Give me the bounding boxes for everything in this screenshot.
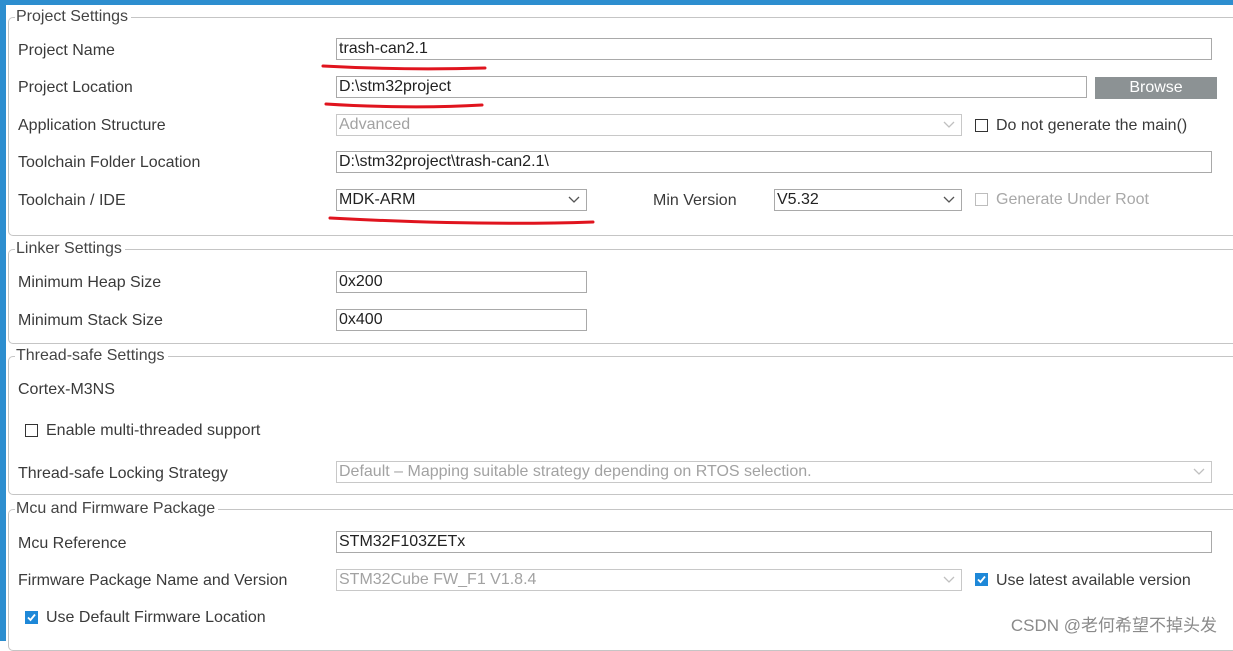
heap-size-label: Minimum Heap Size	[18, 274, 162, 291]
stack-size-label: Minimum Stack Size	[18, 312, 163, 329]
enable-multithreaded-label: Enable multi-threaded support	[46, 422, 261, 439]
chevron-down-icon	[943, 196, 955, 203]
locking-strategy-value: Default – Mapping suitable strategy depe…	[339, 463, 812, 480]
core-label: Cortex-M3NS	[18, 381, 115, 398]
generate-under-root-checkbox[interactable]	[975, 193, 988, 206]
heap-size-input[interactable]: 0x200	[336, 271, 587, 293]
annotation-underline-toolchain	[328, 216, 595, 225]
browse-button[interactable]: Browse	[1095, 77, 1217, 99]
min-version-select[interactable]: V5.32	[774, 189, 962, 211]
locking-strategy-select: Default – Mapping suitable strategy depe…	[336, 461, 1212, 483]
mcu-reference-label: Mcu Reference	[18, 535, 127, 552]
min-version-label: Min Version	[653, 192, 737, 209]
generate-under-root-label: Generate Under Root	[996, 191, 1149, 208]
project-name-label: Project Name	[18, 42, 115, 59]
use-default-firmware-label: Use Default Firmware Location	[46, 609, 266, 626]
do-not-generate-main-checkbox[interactable]	[975, 119, 988, 132]
watermark-text: CSDN @老何希望不掉头发	[1010, 616, 1217, 635]
firmware-package-label: Firmware Package Name and Version	[18, 572, 288, 589]
project-settings-legend: Project Settings	[15, 8, 132, 26]
firmware-package-value: STM32Cube FW_F1 V1.8.4	[339, 571, 537, 588]
project-location-label: Project Location	[18, 79, 133, 96]
annotation-underline-project-name	[321, 64, 487, 71]
toolchain-ide-select[interactable]: MDK-ARM	[336, 189, 587, 211]
mcu-reference-input[interactable]: STM32F103ZETx	[336, 531, 1212, 553]
enable-multithreaded-checkbox[interactable]	[25, 424, 38, 437]
firmware-package-select: STM32Cube FW_F1 V1.8.4	[336, 569, 962, 591]
use-default-firmware-checkbox[interactable]	[25, 611, 38, 624]
linker-settings-legend: Linker Settings	[15, 240, 125, 258]
mcu-firmware-legend: Mcu and Firmware Package	[15, 500, 219, 518]
app-structure-value: Advanced	[339, 116, 411, 133]
stack-size-input[interactable]: 0x400	[336, 309, 587, 331]
checkmark-icon	[27, 613, 36, 622]
toolchain-ide-value: MDK-ARM	[339, 191, 416, 208]
chevron-down-icon	[943, 121, 955, 128]
locking-strategy-label: Thread-safe Locking Strategy	[18, 465, 228, 482]
app-structure-label: Application Structure	[18, 117, 166, 134]
project-name-input[interactable]: trash-can2.1	[336, 38, 1212, 60]
top-accent-bar	[0, 0, 1233, 5]
chevron-down-icon	[1193, 468, 1205, 475]
use-latest-version-label: Use latest available version	[996, 572, 1191, 589]
app-structure-select: Advanced	[336, 114, 962, 136]
chevron-down-icon	[943, 576, 955, 583]
linker-settings-group: Linker Settings	[8, 240, 1233, 344]
thread-safe-legend: Thread-safe Settings	[15, 347, 168, 365]
toolchain-folder-input[interactable]: D:\stm32project\trash-can2.1\	[336, 151, 1212, 173]
chevron-down-icon	[568, 196, 580, 203]
toolchain-folder-label: Toolchain Folder Location	[18, 154, 201, 171]
min-version-value: V5.32	[777, 191, 819, 208]
annotation-underline-project-location	[324, 102, 484, 109]
left-accent-bar	[0, 5, 6, 641]
toolchain-ide-label: Toolchain / IDE	[18, 192, 126, 209]
do-not-generate-main-label: Do not generate the main()	[996, 117, 1188, 134]
checkmark-icon	[977, 575, 986, 584]
use-latest-version-checkbox[interactable]	[975, 573, 988, 586]
project-location-input[interactable]: D:\stm32project	[336, 76, 1087, 98]
